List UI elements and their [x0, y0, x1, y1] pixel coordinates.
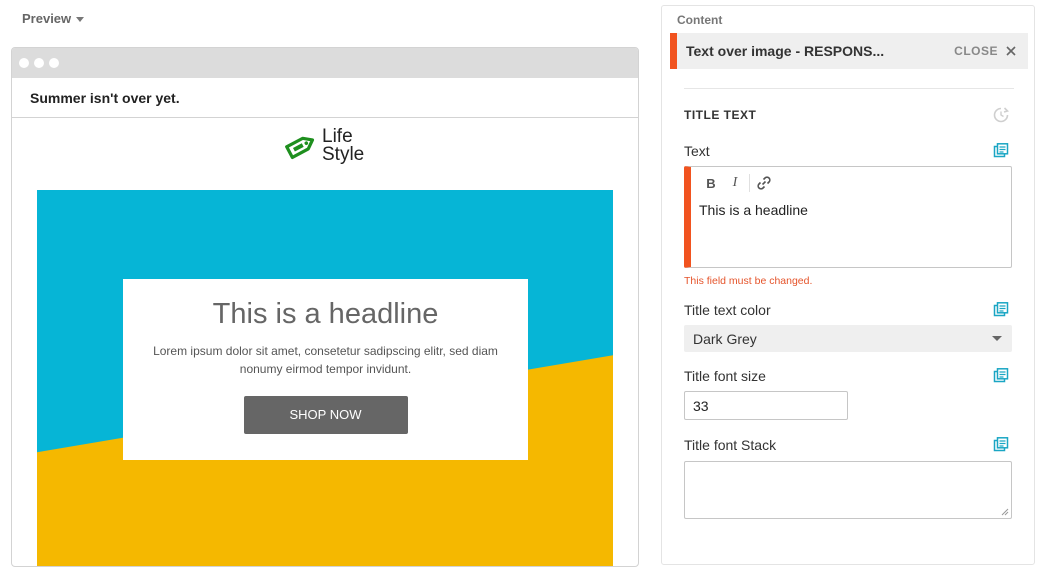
- section-title: TITLE TEXT: [684, 108, 757, 122]
- hero-headline: This is a headline: [212, 298, 439, 330]
- email-preview-window: Summer isn't over yet. Life Style This i…: [11, 47, 639, 567]
- error-message: This field must be changed.: [684, 275, 813, 287]
- preview-dropdown[interactable]: Preview: [22, 11, 85, 26]
- reset-icon[interactable]: [992, 106, 1010, 124]
- close-button[interactable]: CLOSE: [954, 44, 1016, 58]
- editor-content[interactable]: This is a headline: [699, 202, 808, 218]
- shop-now-button[interactable]: SHOP NOW: [243, 396, 408, 434]
- logo-text: Life Style: [322, 127, 365, 165]
- content-panel: Content Text over image - RESPONS... CLO…: [661, 5, 1035, 565]
- brand-logo[interactable]: Life Style: [284, 127, 365, 165]
- color-field-label: Title text color: [684, 302, 771, 318]
- text-field-label: Text: [684, 143, 710, 159]
- link-button[interactable]: [752, 173, 776, 193]
- stack-field-label: Title font Stack: [684, 437, 777, 453]
- color-select-value: Dark Grey: [693, 330, 757, 347]
- close-label: CLOSE: [954, 44, 998, 58]
- content-panel-label: Content: [677, 13, 723, 27]
- block-title: Text over image - RESPONS...: [686, 43, 885, 59]
- close-icon: [1006, 46, 1016, 56]
- browser-titlebar: [12, 48, 638, 78]
- font-stack-textarea[interactable]: [684, 461, 1012, 519]
- preview-label: Preview: [22, 11, 72, 26]
- italic-button[interactable]: I: [723, 173, 747, 193]
- chevron-down-icon: [992, 336, 1002, 341]
- font-size-input[interactable]: [684, 391, 848, 420]
- window-dot: [34, 58, 44, 68]
- hero-text-card: This is a headline Lorem ipsum dolor sit…: [123, 279, 528, 460]
- copy-icon[interactable]: [993, 143, 1009, 159]
- window-dot: [49, 58, 59, 68]
- copy-icon[interactable]: [993, 437, 1009, 453]
- copy-icon[interactable]: [993, 368, 1009, 384]
- window-dot: [19, 58, 29, 68]
- section-divider: [684, 88, 1014, 89]
- toolbar-separator: [749, 174, 750, 192]
- text-editor[interactable]: B I This is a headline: [684, 166, 1012, 268]
- copy-icon[interactable]: [993, 302, 1009, 318]
- editor-toolbar: B I: [699, 173, 776, 193]
- logo-text-line: Style: [322, 144, 365, 165]
- block-tab[interactable]: Text over image - RESPONS... CLOSE: [670, 33, 1028, 69]
- color-select[interactable]: Dark Grey: [684, 325, 1012, 352]
- size-field-label: Title font size: [684, 368, 766, 384]
- tag-logo-icon: [285, 136, 315, 160]
- chevron-down-icon: [76, 16, 85, 22]
- bold-button[interactable]: B: [699, 173, 723, 193]
- link-icon: [757, 176, 771, 190]
- email-subject: Summer isn't over yet.: [12, 78, 638, 118]
- hero-image-block[interactable]: This is a headline Lorem ipsum dolor sit…: [37, 190, 613, 566]
- hero-body-text: Lorem ipsum dolor sit amet, consetetur s…: [153, 344, 498, 376]
- resize-grip-icon[interactable]: [1001, 508, 1009, 516]
